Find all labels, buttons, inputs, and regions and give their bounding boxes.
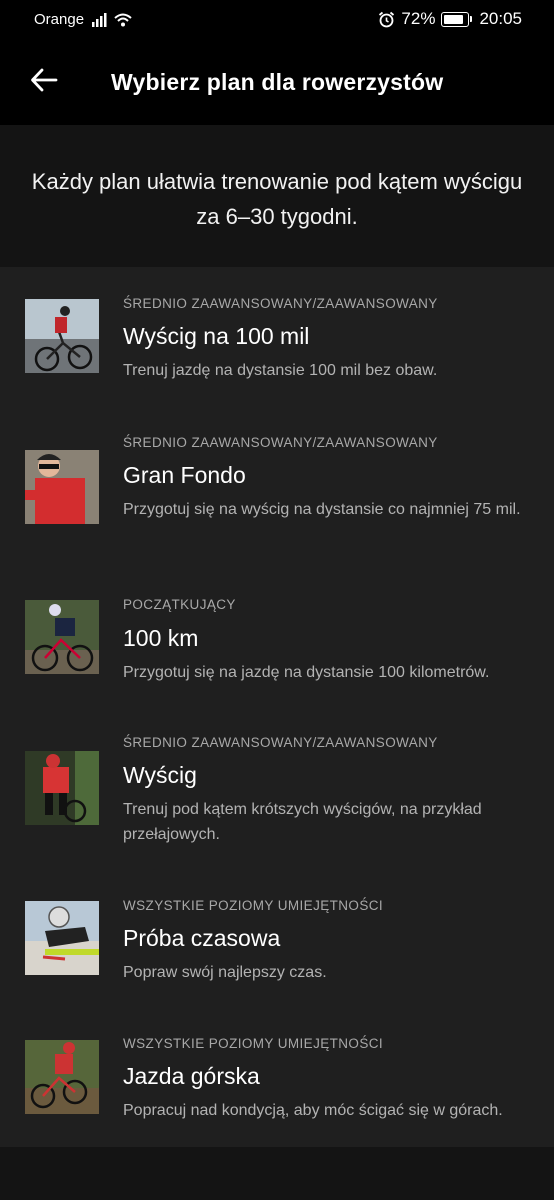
plan-item-race[interactable]: ŚREDNIO ZAAWANSOWANY/ZAAWANSOWANY Wyścig… [0,706,554,869]
plan-name: 100 km [123,625,199,651]
plan-item-gran-fondo[interactable]: ŚREDNIO ZAAWANSOWANY/ZAAWANSOWANY Gran F… [0,405,554,568]
app-bar: Wybierz plan dla rowerzystów [0,40,554,125]
battery-percent: 72% [401,9,436,28]
intro-section: Każdy plan ułatwia trenowanie pod kątem … [0,125,554,267]
carrier-label: Orange [34,11,85,28]
plan-level: POCZĄTKUJĄCY [123,597,236,612]
signal-wifi-icons [92,11,136,33]
plan-name: Próba czasowa [123,925,281,951]
plan-thumbnail [25,600,99,674]
plan-name: Jazda górska [123,1063,260,1089]
plan-thumbnail [25,901,99,975]
plan-item-mountain[interactable]: WSZYSTKIE POZIOMY UMIEJĘTNOŚCI Jazda gór… [0,1007,554,1147]
plan-thumbnail [25,299,99,373]
intro-text: Każdy plan ułatwia trenowanie pod kątem … [31,169,523,229]
page-title: Wybierz plan dla rowerzystów [111,69,444,95]
plan-thumbnail [25,751,99,825]
plan-description: Trenuj jazdę na dystansie 100 mil bez ob… [123,362,438,379]
bottom-area [0,1147,554,1200]
plan-item-time-trial[interactable]: WSZYSTKIE POZIOMY UMIEJĘTNOŚCI Próba cza… [0,869,554,1007]
battery-icon [441,11,473,27]
plan-level: ŚREDNIO ZAAWANSOWANY/ZAAWANSOWANY [123,435,438,450]
alarm-icon [379,11,395,27]
plan-name: Wyścig na 100 mil [123,323,310,349]
plan-level: WSZYSTKIE POZIOMY UMIEJĘTNOŚCI [123,1036,384,1051]
plan-thumbnail [25,450,99,524]
plan-level: WSZYSTKIE POZIOMY UMIEJĘTNOŚCI [123,898,384,913]
status-bar: Orange 72% 20:05 [0,0,554,40]
plan-item-century[interactable]: ŚREDNIO ZAAWANSOWANY/ZAAWANSOWANY Wyścig… [0,267,554,405]
plan-name: Gran Fondo [123,462,246,488]
plan-thumbnail [25,1040,99,1114]
plan-description: Popraw swój najlepszy czas. [123,964,327,981]
plan-description: Przygotuj się na wyścig na dystansie co … [123,501,521,518]
plan-name: Wyścig [123,762,197,788]
plan-description: Trenuj pod kątem krótszych wyścigów, na … [123,801,482,843]
plan-level: ŚREDNIO ZAAWANSOWANY/ZAAWANSOWANY [123,296,438,311]
plan-level: ŚREDNIO ZAAWANSOWANY/ZAAWANSOWANY [123,735,438,750]
status-right: 72% 20:05 [378,9,522,29]
clock: 20:05 [479,9,522,28]
back-arrow-icon[interactable] [28,64,60,96]
plan-description: Przygotuj się na jazdę na dystansie 100 … [123,664,490,681]
plan-item-100km[interactable]: POCZĄTKUJĄCY 100 km Przygotuj się na jaz… [0,568,554,706]
plan-description: Popracuj nad kondycją, aby móc ścigać si… [123,1102,503,1119]
plans-list: ŚREDNIO ZAAWANSOWANY/ZAAWANSOWANY Wyścig… [0,267,554,1147]
